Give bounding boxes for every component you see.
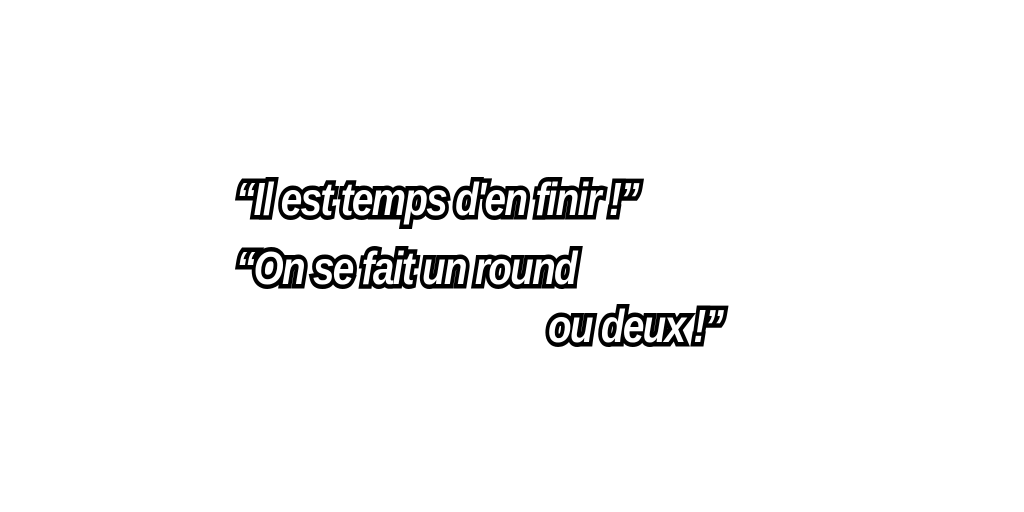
caption-line-3: ou deux !” xyxy=(544,299,728,354)
caption-line-2: “On se fait un round xyxy=(232,241,581,296)
caption-line-1: “Il est temps d'en finir !” xyxy=(232,172,643,227)
